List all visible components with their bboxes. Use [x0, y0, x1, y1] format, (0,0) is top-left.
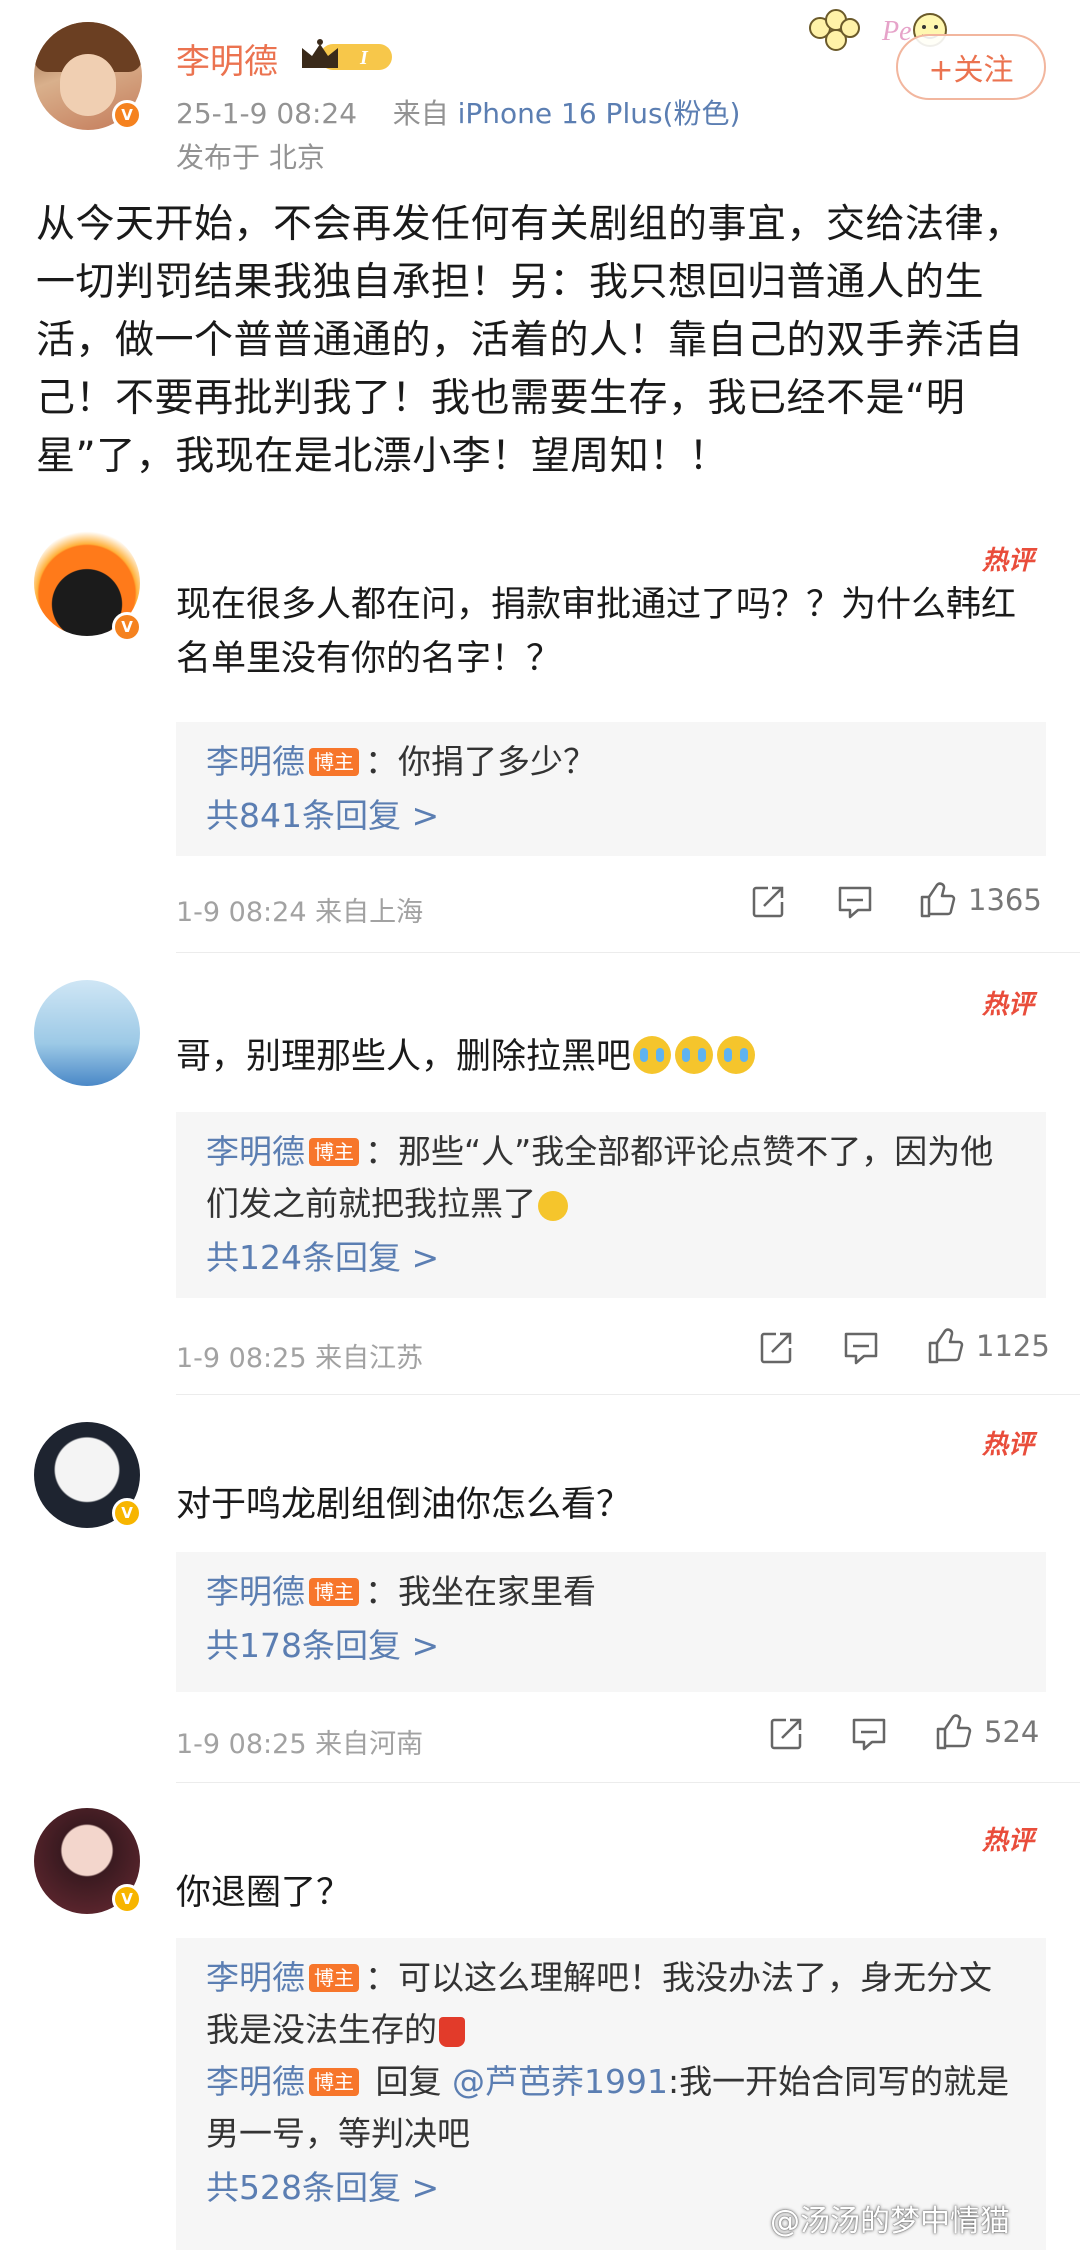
comment-item: V 热评 你退圈了？ 李明德 博主 ：可以这么理解吧！我没办法了，身无分文我是没法生…	[0, 1808, 1080, 2254]
like-button[interactable]: 1125	[926, 1326, 1050, 1366]
reply-preview-box[interactable]: 李明德 博主 ：你捐了多少？ 共841条回复 >	[176, 722, 1046, 856]
author-name[interactable]: 李明德	[176, 34, 278, 83]
like-count: 1125	[976, 1329, 1050, 1363]
like-count: 524	[984, 1715, 1040, 1749]
like-icon	[920, 882, 956, 918]
comment-item: V 热评 现在很多人都在问，捐款审批通过了吗？？为什么韩红名单里没有你的名字！？…	[0, 530, 1080, 950]
crown-level-icon: I	[302, 39, 392, 70]
post-body-text: 从今天开始，不会再发任何有关剧组的事宜，交给法律，一切判罚结果我独自承担！另：我…	[36, 202, 1024, 479]
reply-item: 李明德 博主 回复 @芦芭荞1991:我一开始合同写的就是男一号，等判决吧	[206, 2056, 1016, 2160]
comment-button[interactable]	[842, 1330, 880, 1366]
reply-item: 李明德 博主 ：可以这么理解吧！我没办法了，身无分文我是没法生存的	[206, 1952, 1016, 2056]
reply-author-name[interactable]: 李明德	[206, 1572, 305, 1611]
blogger-tag: 博主	[309, 2068, 359, 2096]
comment-meta: 1-9 08:25 来自河南	[176, 1729, 424, 1760]
reply-author-name[interactable]: 李明德	[206, 1132, 305, 1171]
reply-count-link[interactable]: 共841条回复 >	[206, 788, 1016, 844]
like-count: 1365	[968, 883, 1042, 917]
reply-text: ：我坐在家里看	[365, 1572, 596, 1611]
blogger-tag: 博主	[309, 748, 359, 776]
hot-comment-badge: 热评	[982, 1826, 1035, 1856]
blogger-tag: 博主	[309, 1578, 359, 1606]
mention-link[interactable]: @芦芭荞1991	[452, 2062, 668, 2101]
commenter-avatar[interactable]	[34, 980, 140, 1086]
reply-count-link[interactable]: 共124条回复 >	[206, 1230, 1016, 1286]
like-icon	[928, 1328, 964, 1364]
post-header: V 李明德 I 25-1-9 08:24 来自 iPhone 16 Plus(粉…	[0, 0, 1080, 174]
fries-emoji-icon	[439, 2017, 465, 2047]
reply-item: 李明德 博主 ：那些“人”我全部都评论点赞不了，因为他们发之前就把我拉黑了	[206, 1126, 1016, 1230]
crying-emoji-icon	[717, 1036, 756, 1074]
hot-comment-badge: 热评	[982, 546, 1035, 576]
comment-meta: 1-9 08:24 来自上海	[176, 897, 424, 928]
svg-text:I: I	[359, 47, 369, 69]
repost-button[interactable]	[750, 884, 786, 920]
reply-preview-box[interactable]: 李明德 博主 ：我坐在家里看 共178条回复 >	[176, 1552, 1046, 1692]
weibo-watermark: @汤汤的梦中情猫	[770, 2204, 1010, 2239]
comment-icon	[844, 1332, 878, 1365]
post-source-prefix: 来自	[392, 97, 449, 130]
reply-word: 回复	[365, 2062, 452, 2101]
reply-preview-box[interactable]: 李明德 博主 ：那些“人”我全部都评论点赞不了，因为他们发之前就把我拉黑了 共124…	[176, 1112, 1046, 1298]
blogger-tag: 博主	[309, 1138, 359, 1166]
reply-item: 李明德 博主 ：我坐在家里看	[206, 1566, 1016, 1618]
repost-icon	[760, 1332, 792, 1364]
hot-comment-badge: 热评	[982, 1430, 1035, 1460]
comment-text: 现在很多人都在问，捐款审批通过了吗？？为什么韩红名单里没有你的名字！？	[176, 585, 1017, 679]
comment-meta: 1-9 08:25 来自江苏	[176, 1343, 424, 1374]
post-location: 发布于 北京	[176, 141, 325, 174]
post-meta: 25-1-9 08:24 来自 iPhone 16 Plus(粉色)	[176, 92, 740, 132]
verified-badge-icon: V	[112, 1884, 142, 1914]
verified-badge-icon: V	[112, 612, 142, 642]
reply-author-name[interactable]: 李明德	[206, 742, 305, 781]
comment-divider	[176, 1782, 1080, 1783]
comment-icon	[838, 886, 872, 919]
verified-badge-icon: V	[112, 1498, 142, 1528]
reply-text: ：你捐了多少？	[365, 742, 596, 781]
repost-button[interactable]	[768, 1716, 804, 1752]
comment-icon	[852, 1718, 886, 1751]
dizzy-emoji-icon	[538, 1191, 568, 1221]
comment-divider	[176, 952, 1080, 953]
like-button[interactable]: 1365	[918, 880, 1042, 920]
verified-badge-icon: V	[112, 100, 142, 130]
crying-emoji-icon	[675, 1036, 714, 1074]
comment-button[interactable]	[850, 1716, 888, 1752]
crying-emoji-icon	[633, 1036, 672, 1074]
comment-text: 你退圈了？	[176, 1873, 352, 1913]
follow-button[interactable]: +关注	[896, 34, 1046, 100]
comment-text: 哥，别理那些人，删除拉黑吧	[176, 1030, 1036, 1084]
comment-item: V 热评 对于鸣龙剧组倒油你怎么看？ 李明德 博主 ：我坐在家里看 共178条回复 …	[0, 1422, 1080, 1802]
reply-author-name[interactable]: 李明德	[206, 2062, 305, 2101]
repost-icon	[770, 1718, 802, 1750]
comment-button[interactable]	[836, 884, 874, 920]
hot-comment-badge: 热评	[982, 990, 1035, 1020]
comment-divider	[176, 1394, 1080, 1395]
repost-button[interactable]	[758, 1330, 794, 1366]
like-icon	[936, 1714, 972, 1750]
post-timestamp: 25-1-9 08:24	[176, 97, 358, 130]
repost-icon	[752, 886, 784, 918]
like-button[interactable]: 524	[934, 1712, 1039, 1752]
post-source-device[interactable]: iPhone 16 Plus(粉色)	[458, 97, 741, 130]
comment-text: 对于鸣龙剧组倒油你怎么看？	[176, 1485, 632, 1525]
comment-text-content: 哥，别理那些人，删除拉黑吧	[176, 1037, 632, 1077]
blogger-tag: 博主	[309, 1964, 359, 1992]
comment-item: 热评 哥，别理那些人，删除拉黑吧 李明德 博主 ：那些“人”我全部都评论点赞不了，因…	[0, 980, 1080, 1380]
reply-count-link[interactable]: 共178条回复 >	[206, 1618, 1016, 1674]
avatar-face-shape	[60, 54, 116, 116]
reply-author-name[interactable]: 李明德	[206, 1958, 305, 1997]
reply-item: 李明德 博主 ：你捐了多少？	[206, 736, 1016, 788]
